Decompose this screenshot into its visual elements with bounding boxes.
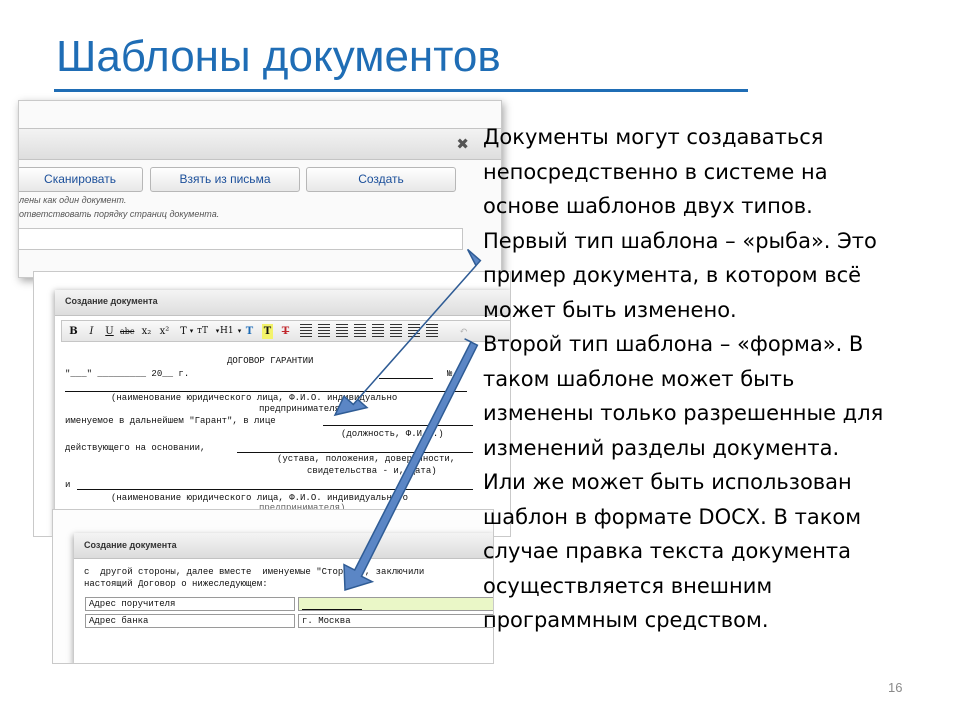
dialog-title-bar: Создание документа [55, 290, 510, 316]
hint-note-1: лены как один документ. [19, 195, 127, 205]
named-hereafter-line: именуемое в дальнейшем "Гарант", в лице [65, 416, 276, 426]
form-text-line-2: настоящий Договор о нижеследующем: [84, 579, 268, 589]
strike-button[interactable]: abc [120, 324, 134, 339]
legal-entity-underline [65, 391, 467, 392]
body-line: осуществляется внешним [483, 573, 773, 598]
align-right-icon[interactable] [408, 324, 420, 338]
certificate-caption: свидетельства - и, дата) [307, 466, 437, 476]
align-left-icon[interactable] [372, 324, 384, 338]
slide-title: Шаблоны документов [56, 32, 501, 81]
body-line: шаблон в формате DOCX. В таком [483, 504, 862, 529]
second-party-underline [77, 489, 473, 490]
scan-button[interactable]: Сканировать [19, 167, 143, 192]
text-color-icon[interactable]: T [244, 324, 255, 339]
editor-toolbar: B I U abc x₂ x² T ▾ тT ▾ H1 ▾ T T T ↶ [61, 320, 510, 342]
legal-entity-caption: (наименование юридического лица, Ф.И.О. … [111, 393, 398, 403]
heading-button[interactable]: H1 [220, 324, 234, 339]
body-line: Первый тип шаблона – «рыба». Это [483, 228, 877, 253]
justify-icon[interactable] [426, 324, 438, 338]
basis-underline [237, 452, 473, 453]
number-mark: № [447, 369, 453, 379]
bank-address-value: г. Москва [298, 614, 493, 628]
body-line: может быть изменено. [483, 297, 737, 322]
guarantor-address-label: Адрес поручителя [85, 597, 295, 611]
comment-field[interactable] [19, 228, 463, 250]
highlight-icon[interactable]: T [262, 324, 273, 339]
italic-button[interactable]: I [86, 324, 97, 339]
guarantor-underline [302, 609, 362, 610]
acting-basis-line: действующего на основании, [65, 443, 206, 453]
clear-format-icon[interactable]: T [280, 324, 291, 339]
undo-icon[interactable]: ↶ [458, 324, 469, 339]
contract-heading: ДОГОВОР ГАРАНТИИ [227, 356, 314, 366]
body-line: изменены только разрешенные для [483, 401, 884, 425]
representative-underline [323, 425, 473, 426]
bullet-list-icon[interactable] [300, 324, 312, 338]
subscript-button[interactable]: x₂ [141, 324, 152, 339]
dialog-title-bar: Создание документа [74, 533, 493, 559]
page-number: 16 [888, 680, 903, 695]
close-icon[interactable]: ✖ [456, 135, 469, 153]
body-line: Второй тип шаблона – «форма». В [483, 332, 864, 356]
underline-button[interactable]: U [104, 324, 115, 339]
body-line: Документы могут создаваться [483, 125, 824, 149]
numbered-list-icon[interactable] [318, 324, 330, 338]
screenshot-upload-dialog: ✖ Сканировать Взять из письма Создать ле… [18, 100, 502, 278]
date-line: "___" _________ 20__ г. [65, 369, 190, 379]
legal-entity-caption-2: (наименование юридического лица, Ф.И.О. … [111, 493, 409, 503]
font-size-button[interactable]: тT [197, 324, 208, 339]
form-dialog: Создание документа с другой стороны, дал… [74, 533, 493, 663]
charter-caption: (устава, положения, доверенности, [277, 454, 456, 464]
and-line: и [65, 480, 71, 490]
dialog-title: Создание документа [84, 540, 177, 550]
create-button[interactable]: Создать [306, 167, 456, 192]
body-line: основе шаблонов двух типов. [483, 194, 813, 218]
bold-button[interactable]: B [68, 324, 79, 339]
number-underline [379, 378, 433, 379]
body-line: Или же может быть использован [483, 470, 852, 494]
body-line: непосредственно в системе на [483, 159, 828, 184]
title-underline [54, 89, 748, 92]
dialog-title: Создание документа [65, 296, 158, 306]
dialog-header: ✖ [19, 128, 501, 160]
slide-body: Документы могут создаваться непосредстве… [483, 120, 953, 638]
superscript-button[interactable]: x² [159, 324, 170, 339]
form-text-line-1: с другой стороны, далее вместе именуемые… [84, 567, 425, 577]
body-line: пример документа, в котором всё [483, 263, 862, 287]
outdent-icon[interactable] [336, 324, 348, 338]
screenshot-template-editor: Создание документа B I U abc x₂ x² T ▾ т… [33, 271, 511, 537]
body-line: таком шаблоне может быть [483, 366, 795, 391]
bank-address-label: Адрес банка [85, 614, 295, 628]
from-mail-button[interactable]: Взять из письма [150, 167, 300, 192]
indent-icon[interactable] [354, 324, 366, 338]
hint-note-2: ответствовать порядку страниц документа. [19, 209, 220, 219]
body-line: программным средством. [483, 608, 769, 632]
screenshot-form-template: Создание документа с другой стороны, дал… [52, 509, 494, 664]
font-family-chevron-icon[interactable]: ▾ [186, 324, 197, 339]
position-caption: (должность, Ф.И.О.) [341, 429, 444, 439]
body-line: случае правка текста документа [483, 539, 852, 563]
entrepreneur-caption: предпринимателя) [259, 404, 346, 414]
align-center-icon[interactable] [390, 324, 402, 338]
body-line: изменений разделы документа. [483, 435, 840, 460]
editor-dialog: Создание документа B I U abc x₂ x² T ▾ т… [55, 290, 510, 536]
